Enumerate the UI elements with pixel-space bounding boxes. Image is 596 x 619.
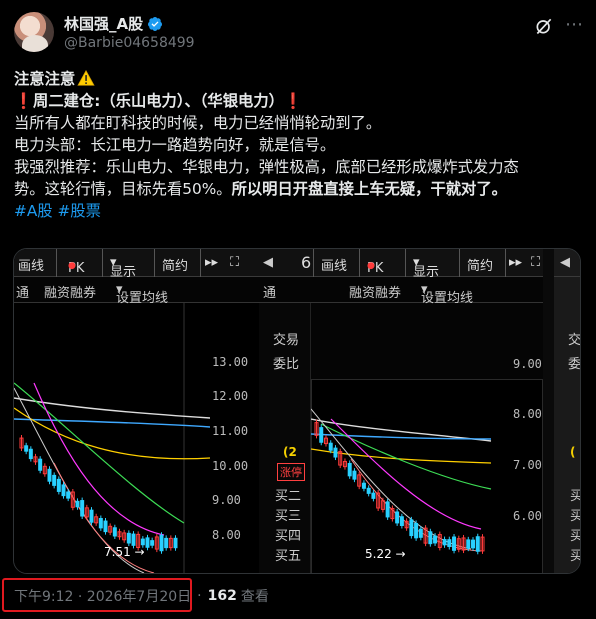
candlestick-chart-1 xyxy=(14,303,210,573)
y-tick: 11.00 xyxy=(212,424,249,438)
author-name[interactable]: 林国强_A股 xyxy=(64,13,143,34)
tweet-line-4: 电力头部：长江电力一路趋势向好，就是信号。 xyxy=(14,136,336,154)
stock-chart-screenshot-1[interactable]: 画线 PK ● 显示 ▾ 简约 ▸▸ ⛶ 通 融资融券 设置均线 ▾ 13.00 … xyxy=(14,249,259,573)
exclamation-icon: ❗ xyxy=(283,92,303,110)
views-label: 查看 xyxy=(240,589,269,605)
candlestick-chart-2 xyxy=(311,408,492,555)
stock-chart-screenshot-3[interactable]: ◀ 交易 委比 ( 买 买 买 买 xyxy=(554,249,580,573)
y-tick: 13.00 xyxy=(212,355,249,369)
exclamation-icon: ❗ xyxy=(14,92,34,110)
grok-icon[interactable] xyxy=(534,16,554,36)
hashtag-link[interactable]: #A股 xyxy=(14,202,53,220)
avatar[interactable] xyxy=(14,12,54,52)
more-options-icon[interactable]: ⋯ xyxy=(565,14,584,35)
chart-toolbar: 画线 PK ● 显示 ▾ 简约 ▸▸ ⛶ xyxy=(14,249,259,280)
expand-icon: ⛶ xyxy=(531,255,541,270)
tweet-line-6: 势。这轮行情，目标先看50%。所以明日开盘直接上车无疑，干就对了。 xyxy=(14,180,507,198)
author-name-row: 林国强_A股 xyxy=(64,13,163,34)
author-handle[interactable]: @Barbie04658499 xyxy=(64,35,195,51)
view-count: 162 xyxy=(207,588,237,604)
y-tick: 12.00 xyxy=(212,389,249,403)
tweet-media[interactable]: 画线 PK ● 显示 ▾ 简约 ▸▸ ⛶ 通 融资融券 设置均线 ▾ 13.00 … xyxy=(13,248,581,574)
chart-subbar: 通 融资融券 设置均线 ▾ xyxy=(259,277,543,306)
verified-badge-icon xyxy=(148,16,163,31)
tweet-line-5: 我强烈推荐：乐山电力、华银电力，弹性极高，底部已经形成爆炸式发力态 xyxy=(14,158,519,176)
tweet-line-1: 注意注意 xyxy=(14,68,584,90)
tab-draw: 画线 xyxy=(18,259,45,274)
tweet-footer: 下午9:12 · 2026年7月20日 · 162 查看 xyxy=(14,586,269,606)
expand-icon: ⛶ xyxy=(230,255,240,270)
chart-toolbar: ◀ 6 画线 PK ● 显示 ▾ 简约 ▸▸ ⛶ xyxy=(259,249,543,280)
hashtag-link[interactable]: #股票 xyxy=(57,202,100,220)
chart-subbar: 通 融资融券 设置均线 ▾ xyxy=(14,277,259,306)
tab-display: 显示 ▾ xyxy=(110,255,137,280)
y-tick: 8.00 xyxy=(212,528,241,542)
y-tick: 9.00 xyxy=(212,493,241,507)
low-price-label: 5.22 → xyxy=(365,547,406,561)
low-price-label: 7.51 → xyxy=(104,545,145,559)
y-tick: 10.00 xyxy=(212,459,249,473)
tweet-timestamp[interactable]: 下午9:12 · 2026年7月20日 xyxy=(14,586,191,606)
warning-icon xyxy=(77,70,95,86)
candles xyxy=(314,419,485,555)
tab-more: ▸▸ xyxy=(205,255,219,270)
tweet-text: 注意注意 ❗周二建仓:（乐山电力）、（华银电力）❗ 当所有人都在盯科技的时候，电… xyxy=(14,68,584,222)
tweet-header: 林国强_A股 @Barbie04658499 ⋯ xyxy=(14,12,584,56)
tab-simple: 简约 xyxy=(162,259,189,274)
tweet-line-2: ❗周二建仓:（乐山电力）、（华银电力）❗ xyxy=(14,92,303,110)
tweet-line-3: 当所有人都在盯科技的时候，电力已经悄悄轮动到了。 xyxy=(14,114,382,132)
stock-chart-screenshot-2[interactable]: ◀ 6 画线 PK ● 显示 ▾ 简约 ▸▸ ⛶ 通 融资融券 设置均线 ▾ 交易… xyxy=(259,249,543,573)
hashtags: #A股 #股票 xyxy=(14,200,584,222)
